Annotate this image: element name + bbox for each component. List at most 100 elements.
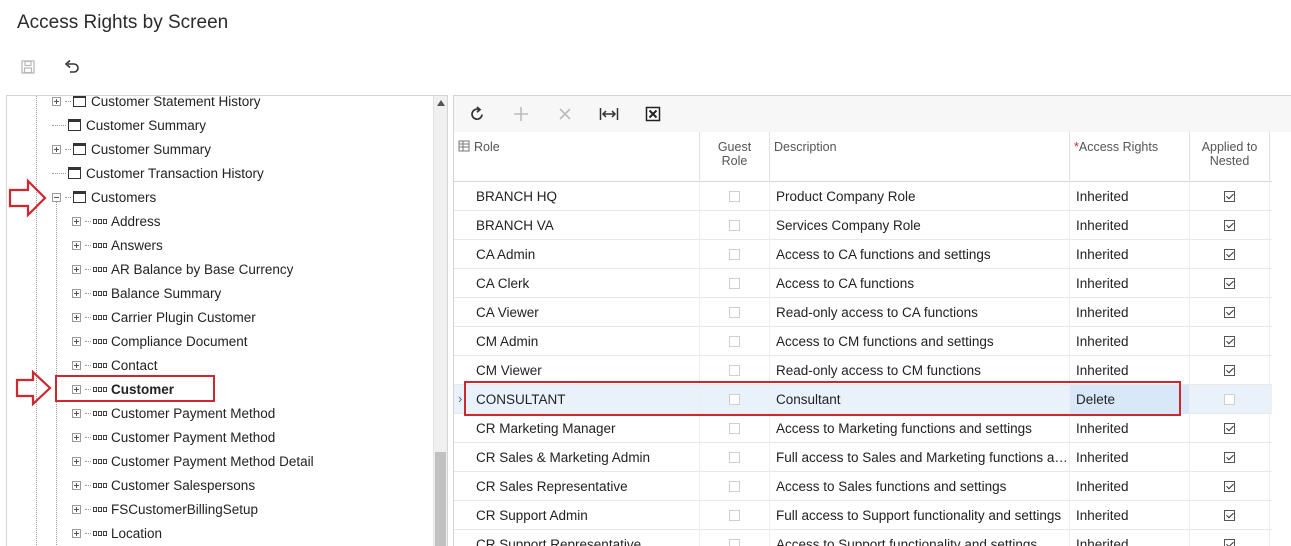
cell-role[interactable]: CA Admin (470, 240, 700, 269)
checkbox-checked[interactable] (1224, 191, 1235, 202)
expand-icon[interactable] (72, 528, 81, 538)
table-row[interactable]: BRANCH VA Services Company Role Inherited (454, 211, 1272, 240)
cell-description[interactable]: Services Company Role (770, 211, 1070, 240)
expand-icon[interactable] (72, 408, 81, 418)
cell-role[interactable]: CR Sales & Marketing Admin (470, 443, 700, 472)
tree-item[interactable]: Address (72, 209, 161, 233)
cell-access-rights[interactable]: Inherited (1070, 182, 1190, 211)
cell-description[interactable]: Full access to Sales and Marketing funct… (770, 443, 1070, 472)
cell-applied-to-nested[interactable] (1190, 501, 1270, 530)
checkbox-unchecked[interactable] (729, 452, 740, 463)
cell-access-rights[interactable]: Inherited (1070, 443, 1190, 472)
table-row[interactable]: CR Support Representative Access to Suppo… (454, 530, 1272, 546)
cell-description[interactable]: Access to Marketing functions and settin… (770, 414, 1070, 443)
cell-applied-to-nested[interactable] (1190, 356, 1270, 385)
cell-applied-to-nested[interactable] (1190, 240, 1270, 269)
table-row[interactable]: CR Sales & Marketing Admin Full access to… (454, 443, 1272, 472)
cell-access-rights[interactable]: Inherited (1070, 269, 1190, 298)
collapse-icon[interactable] (52, 192, 61, 202)
scroll-up-icon[interactable] (437, 100, 445, 106)
table-row[interactable]: CR Marketing Manager Access to Marketing … (454, 414, 1272, 443)
checkbox-unchecked[interactable] (729, 307, 740, 318)
cell-guest-role[interactable] (700, 443, 770, 472)
checkbox-checked[interactable] (1224, 336, 1235, 347)
expand-icon[interactable] (72, 336, 81, 346)
column-header-guest-role[interactable]: Guest Role (700, 132, 770, 182)
cell-guest-role[interactable] (700, 501, 770, 530)
expand-icon[interactable] (72, 288, 81, 298)
checkbox-unchecked[interactable] (729, 191, 740, 202)
expand-icon[interactable] (72, 432, 81, 442)
cell-applied-to-nested[interactable] (1190, 298, 1270, 327)
cell-applied-to-nested[interactable] (1190, 443, 1270, 472)
checkbox-unchecked[interactable] (729, 510, 740, 521)
expand-icon[interactable] (72, 240, 81, 250)
checkbox-checked[interactable] (1224, 452, 1235, 463)
cell-applied-to-nested[interactable] (1190, 530, 1270, 546)
checkbox-unchecked[interactable] (729, 278, 740, 289)
screen-tree[interactable]: Customer Statement History Customer Summa… (6, 95, 448, 546)
cell-access-rights[interactable]: Inherited (1070, 240, 1190, 269)
cell-description[interactable]: Access to CA functions (770, 269, 1070, 298)
tree-item[interactable]: Carrier Plugin Customer (72, 305, 256, 329)
cell-guest-role[interactable] (700, 182, 770, 211)
tree-item[interactable]: Contact (72, 353, 158, 377)
expand-icon[interactable] (72, 360, 81, 370)
cell-description[interactable]: Read-only access to CA functions (770, 298, 1070, 327)
cell-access-rights[interactable]: Inherited (1070, 298, 1190, 327)
tree-item[interactable]: Compliance Document (72, 329, 248, 353)
tree-scrollbar[interactable] (433, 96, 447, 546)
cell-role[interactable]: CA Viewer (470, 298, 700, 327)
table-row[interactable]: CA Viewer Read-only access to CA function… (454, 298, 1272, 327)
checkbox-checked[interactable] (1224, 307, 1235, 318)
cell-access-rights[interactable]: Inherited (1070, 501, 1190, 530)
column-settings-icon[interactable] (454, 132, 470, 182)
add-icon[interactable] (508, 102, 534, 126)
tree-item[interactable]: Customer Payment Method Detail (72, 449, 314, 473)
cell-applied-to-nested[interactable] (1190, 182, 1270, 211)
tree-item[interactable]: Customer Summary (52, 137, 211, 161)
tree-item[interactable]: Customer Transaction History (52, 161, 264, 185)
cell-guest-role[interactable] (700, 530, 770, 546)
checkbox-unchecked[interactable] (729, 539, 740, 546)
cell-access-rights[interactable]: Inherited (1070, 472, 1190, 501)
cell-role[interactable]: BRANCH HQ (470, 182, 700, 211)
table-row[interactable]: CA Clerk Access to CA functions Inherited (454, 269, 1272, 298)
cell-guest-role[interactable] (700, 327, 770, 356)
tree-item[interactable]: Customers (52, 185, 156, 209)
cell-guest-role[interactable] (700, 269, 770, 298)
tree-item[interactable]: Balance Summary (72, 281, 221, 305)
cell-role[interactable]: CR Support Representative (470, 530, 700, 546)
tree-item[interactable]: AR Balance by Base Currency (72, 257, 293, 281)
column-header-applied-to-nested[interactable]: Applied to Nested (1190, 132, 1270, 182)
cell-applied-to-nested[interactable] (1190, 472, 1270, 501)
cell-applied-to-nested[interactable] (1190, 327, 1270, 356)
tree-item[interactable]: Answers (72, 233, 163, 257)
expand-icon[interactable] (72, 480, 81, 490)
tree-item[interactable]: Customer Payment Method (72, 425, 275, 449)
checkbox-checked[interactable] (1224, 423, 1235, 434)
cell-description[interactable]: Access to CA functions and settings (770, 240, 1070, 269)
checkbox-checked[interactable] (1224, 249, 1235, 260)
checkbox-unchecked[interactable] (729, 423, 740, 434)
checkbox-unchecked[interactable] (729, 249, 740, 260)
cell-access-rights[interactable]: Inherited (1070, 414, 1190, 443)
cell-role[interactable]: CR Marketing Manager (470, 414, 700, 443)
cell-description[interactable]: Access to Sales functions and settings (770, 472, 1070, 501)
expand-icon[interactable] (72, 312, 81, 322)
save-icon[interactable] (14, 56, 42, 78)
export-excel-icon[interactable] (640, 102, 666, 126)
expand-icon[interactable] (72, 264, 81, 274)
cell-applied-to-nested[interactable] (1190, 211, 1270, 240)
table-row[interactable]: BRANCH HQ Product Company Role Inherited (454, 182, 1272, 211)
cell-access-rights[interactable]: Inherited (1070, 211, 1190, 240)
cell-role[interactable]: CR Sales Representative (470, 472, 700, 501)
cell-access-rights[interactable]: Inherited (1070, 327, 1190, 356)
cell-guest-role[interactable] (700, 298, 770, 327)
table-row[interactable]: CA Admin Access to CA functions and setti… (454, 240, 1272, 269)
checkbox-checked[interactable] (1224, 220, 1235, 231)
checkbox-unchecked[interactable] (729, 481, 740, 492)
table-row[interactable]: CM Admin Access to CM functions and setti… (454, 327, 1272, 356)
tree-item[interactable]: Customer Statement History (52, 96, 261, 113)
checkbox-unchecked[interactable] (1224, 394, 1235, 405)
